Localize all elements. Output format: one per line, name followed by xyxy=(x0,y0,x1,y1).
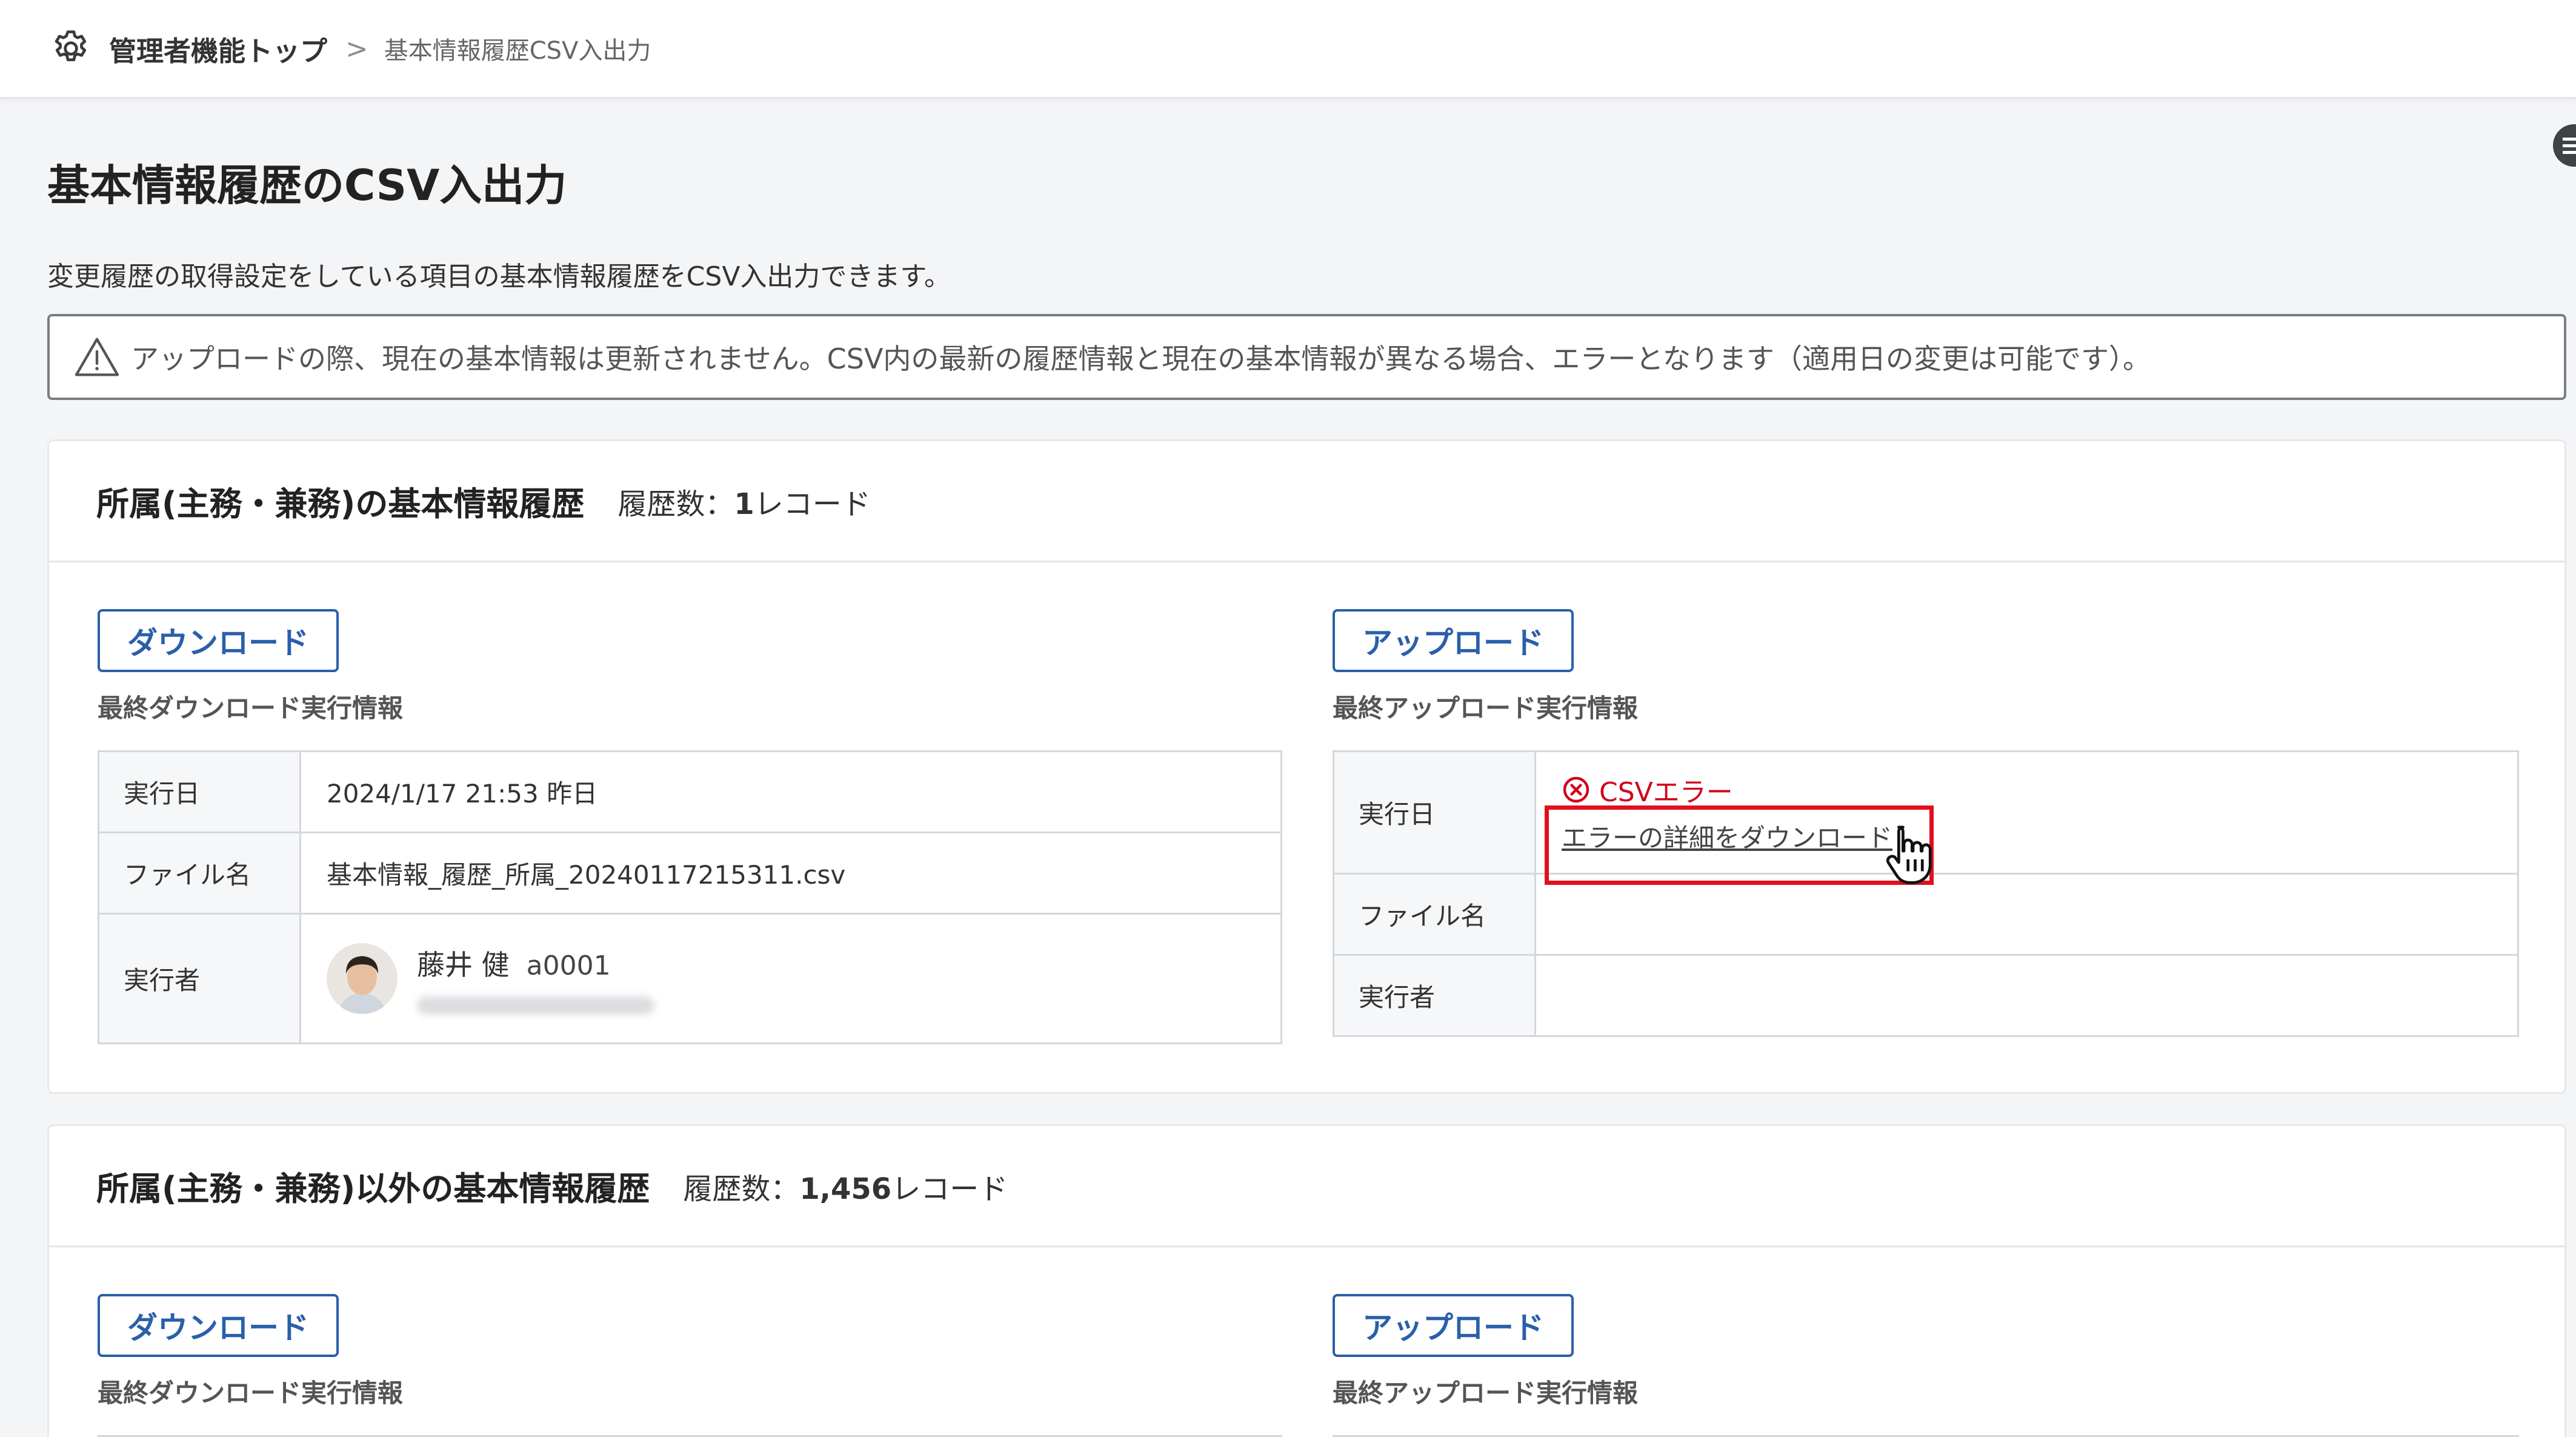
upload-button[interactable]: アップロード xyxy=(1333,609,1574,672)
upload-button[interactable]: アップロード xyxy=(1333,1294,1574,1357)
blurred-email xyxy=(417,996,654,1015)
last-upload-info-label: 最終アップロード実行情報 xyxy=(1333,1378,1639,1408)
upload-info-table: 実行日 CSVエラー エラーの詳細をダウンロード ファイル名 実行者 xyxy=(1333,750,2519,1037)
breadcrumb-current: 基本情報履歴CSV入出力 xyxy=(384,37,651,65)
section-other-history: 所属(主務・兼務)以外の基本情報履歴 履歴数：1,456レコード ダウンロード … xyxy=(47,1124,2566,1437)
record-count: 履歴数：1,456レコード xyxy=(683,1172,1008,1206)
menu-toggle-button[interactable] xyxy=(2553,124,2576,167)
download-button[interactable]: ダウンロード xyxy=(98,1294,339,1357)
section-title: 所属(主務・兼務)以外の基本情報履歴 xyxy=(96,1170,650,1208)
file-name-label: ファイル名 xyxy=(1333,873,1536,956)
last-download-info-label: 最終ダウンロード実行情報 xyxy=(98,693,404,723)
notice-box: アップロードの際、現在の基本情報は更新されません。CSV内の最新の履歴情報と現在… xyxy=(47,314,2566,400)
breadcrumb-admin-top-link[interactable]: 管理者機能トップ xyxy=(109,29,327,68)
warning-icon xyxy=(75,338,119,376)
file-name-value: 基本情報_履歴_所属_20240117215311.csv xyxy=(299,832,1282,915)
notice-text: アップロードの際、現在の基本情報は更新されません。CSV内の最新の履歴情報と現在… xyxy=(131,342,2151,375)
exec-date-value: 2024/1/17 21:53 昨日 xyxy=(299,750,1282,833)
section-header: 所属(主務・兼務)の基本情報履歴 履歴数：1レコード xyxy=(49,441,2564,562)
avatar xyxy=(327,943,398,1014)
exec-date-label: 実行日 xyxy=(98,750,301,833)
csv-error-text: CSVエラー xyxy=(1599,777,1733,808)
executor-name: 藤井 健 xyxy=(417,948,510,981)
gear-icon xyxy=(55,30,87,61)
last-upload-info-label: 最終アップロード実行情報 xyxy=(1333,693,1639,723)
section-header: 所属(主務・兼務)以外の基本情報履歴 履歴数：1,456レコード xyxy=(49,1126,2564,1247)
download-button[interactable]: ダウンロード xyxy=(98,609,339,672)
user-info: 藤井 健 a0001 xyxy=(327,943,1280,1015)
csv-error-status: CSVエラー xyxy=(1562,770,2517,809)
record-count: 履歴数：1レコード xyxy=(617,487,871,521)
executor-value xyxy=(1534,954,2519,1037)
page-title: 基本情報履歴のCSV入出力 xyxy=(47,161,567,210)
chevron-right-icon: > xyxy=(345,32,368,65)
page-description: 変更履歴の取得設定をしている項目の基本情報履歴をCSV入出力できます。 xyxy=(47,261,951,292)
hand-pointer-icon xyxy=(1886,825,1932,884)
file-name-label: ファイル名 xyxy=(98,832,301,915)
file-name-value xyxy=(1534,873,2519,956)
last-download-info-label: 最終ダウンロード実行情報 xyxy=(98,1378,404,1408)
page: 管理者機能トップ > 基本情報履歴CSV入出力 基本情報履歴のCSV入出力 変更… xyxy=(0,0,2576,1437)
executor-label: 実行者 xyxy=(1333,954,1536,1037)
executor-label: 実行者 xyxy=(98,913,301,1044)
breadcrumb: 管理者機能トップ > 基本情報履歴CSV入出力 xyxy=(0,0,2576,99)
section-title: 所属(主務・兼務)の基本情報履歴 xyxy=(96,485,585,523)
executor-value: 藤井 健 a0001 xyxy=(299,913,1282,1044)
download-info-table: 実行日 2024/1/17 21:53 昨日 ファイル名 基本情報_履歴_所属_… xyxy=(98,750,1282,1044)
highlight-box xyxy=(1545,805,1934,885)
section-affiliation-history: 所属(主務・兼務)の基本情報履歴 履歴数：1レコード ダウンロード 最終ダウンロ… xyxy=(47,439,2566,1094)
executor-id: a0001 xyxy=(526,950,611,981)
error-circle-x-icon xyxy=(1563,776,1589,803)
exec-date-label: 実行日 xyxy=(1333,750,1536,875)
